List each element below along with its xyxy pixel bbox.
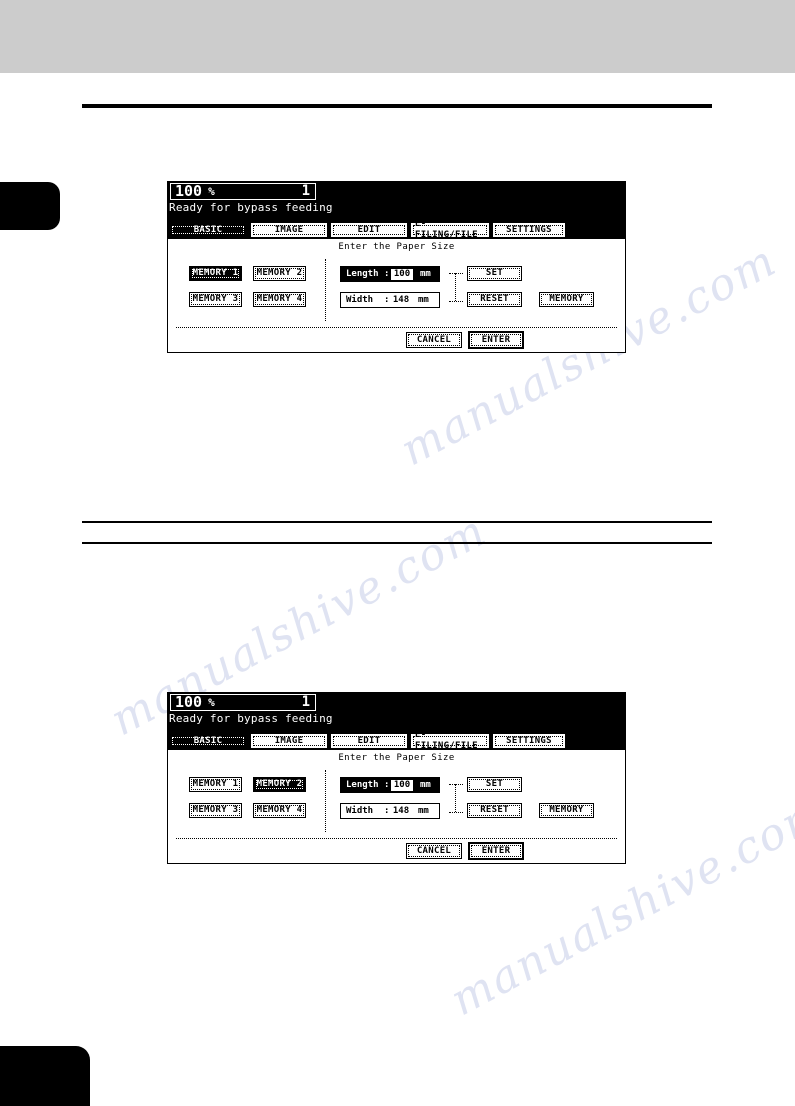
- enter-button-p2[interactable]: ENTER: [468, 842, 524, 860]
- tab-settings-1[interactable]: SETTINGS: [493, 223, 565, 237]
- section-divider-rule-bottom: [82, 542, 712, 544]
- tab-settings-2[interactable]: SETTINGS: [493, 734, 565, 748]
- length-label-p2: Length: [346, 779, 379, 790]
- tab-image-2[interactable]: IMAGE: [251, 734, 327, 748]
- zoom-ratio-value-1: 100: [175, 182, 203, 200]
- width-label-p1: Width: [346, 294, 374, 305]
- zoom-ratio-box-1: 100 % 1: [170, 183, 316, 200]
- field-to-action-connector-p2: [449, 784, 463, 813]
- width-label-p2: Width: [346, 805, 374, 816]
- lcd-status-header-2: 100 % 1 Ready for bypass feeding BASIC I…: [168, 693, 625, 751]
- zoom-ratio-box-2: 100 % 1: [170, 694, 316, 711]
- tab-edit-1[interactable]: EDIT: [331, 223, 407, 237]
- section-divider-rule-top: [82, 521, 712, 523]
- length-field-p1[interactable]: Length : 100 mm: [340, 266, 440, 282]
- lcd-tab-strip-1: BASIC IMAGE EDIT E-FILING/FILE SETTINGS: [169, 219, 565, 240]
- memory-store-button-p2[interactable]: MEMORY: [539, 803, 594, 818]
- horizontal-divider-2: [176, 838, 617, 839]
- tab-efiling-file-2[interactable]: E-FILING/FILE: [411, 730, 489, 751]
- copier-lcd-panel-1: 100 % 1 Ready for bypass feeding BASIC I…: [167, 181, 626, 353]
- width-field-p2[interactable]: Width : 148 mm: [340, 803, 440, 819]
- length-colon-p2: :: [384, 779, 390, 790]
- prompt-text-2: Enter the Paper Size: [338, 753, 455, 763]
- zoom-ratio-value-2: 100: [175, 693, 203, 711]
- length-unit-p1: mm: [420, 268, 431, 279]
- header-divider-rule: [82, 104, 712, 108]
- status-message-2: Ready for bypass feeding: [169, 712, 333, 725]
- length-colon-p1: :: [384, 268, 390, 279]
- copier-lcd-panel-2: 100 % 1 Ready for bypass feeding BASIC I…: [167, 692, 626, 864]
- width-value-p1: 148: [392, 294, 410, 305]
- chapter-tab-marker-bottom: [0, 1046, 90, 1106]
- width-unit-p1: mm: [418, 294, 429, 305]
- chapter-tab-marker-top: [0, 182, 60, 230]
- cancel-button-p2[interactable]: CANCEL: [406, 843, 462, 859]
- page-header-band: [0, 0, 795, 73]
- length-value-p1: 100: [391, 268, 413, 280]
- memory-2-button-p1[interactable]: MEMORY 2: [253, 266, 306, 281]
- memory-store-button-p1[interactable]: MEMORY: [539, 292, 594, 307]
- lcd-body-2: Enter the Paper Size MEMORY 1 MEMORY 2 M…: [168, 750, 625, 863]
- memory-4-button-p2[interactable]: MEMORY 4: [253, 803, 306, 818]
- memory-2-button-p2[interactable]: MEMORY 2: [253, 777, 306, 792]
- tab-image-1[interactable]: IMAGE: [251, 223, 327, 237]
- lcd-body-1: Enter the Paper Size MEMORY 1 MEMORY 2 M…: [168, 239, 625, 352]
- tab-basic-2[interactable]: BASIC: [169, 734, 247, 748]
- width-colon-p1: :: [384, 294, 390, 305]
- length-value-p2: 100: [391, 779, 413, 791]
- memory-4-button-p1[interactable]: MEMORY 4: [253, 292, 306, 307]
- width-colon-p2: :: [384, 805, 390, 816]
- lcd-status-header-1: 100 % 1 Ready for bypass feeding BASIC I…: [168, 182, 625, 240]
- reset-button-p2[interactable]: RESET: [467, 803, 522, 818]
- reset-button-p1[interactable]: RESET: [467, 292, 522, 307]
- status-message-1: Ready for bypass feeding: [169, 201, 333, 214]
- tab-basic-1[interactable]: BASIC: [169, 223, 247, 237]
- set-button-p1[interactable]: SET: [467, 266, 522, 281]
- copy-count-2: 1: [301, 694, 310, 710]
- width-value-p2: 148: [392, 805, 410, 816]
- percent-symbol-2: %: [208, 696, 215, 709]
- memory-1-button-p2[interactable]: MEMORY 1: [189, 777, 242, 792]
- memory-3-button-p2[interactable]: MEMORY 3: [189, 803, 242, 818]
- prompt-text-1: Enter the Paper Size: [338, 242, 455, 252]
- tab-efiling-file-1[interactable]: E-FILING/FILE: [411, 219, 489, 240]
- width-unit-p2: mm: [418, 805, 429, 816]
- vertical-divider-2: [325, 770, 326, 832]
- copy-count-1: 1: [301, 183, 310, 199]
- field-to-action-connector-p1: [449, 273, 463, 302]
- vertical-divider-1: [325, 259, 326, 321]
- enter-button-p1[interactable]: ENTER: [468, 331, 524, 349]
- length-field-p2[interactable]: Length : 100 mm: [340, 777, 440, 793]
- cancel-button-p1[interactable]: CANCEL: [406, 332, 462, 348]
- set-button-p2[interactable]: SET: [467, 777, 522, 792]
- width-field-p1[interactable]: Width : 148 mm: [340, 292, 440, 308]
- percent-symbol-1: %: [208, 185, 215, 198]
- lcd-tab-strip-2: BASIC IMAGE EDIT E-FILING/FILE SETTINGS: [169, 730, 565, 751]
- tab-edit-2[interactable]: EDIT: [331, 734, 407, 748]
- length-unit-p2: mm: [420, 779, 431, 790]
- horizontal-divider-1: [176, 327, 617, 328]
- length-label-p1: Length: [346, 268, 379, 279]
- memory-3-button-p1[interactable]: MEMORY 3: [189, 292, 242, 307]
- memory-1-button-p1[interactable]: MEMORY 1: [189, 266, 242, 281]
